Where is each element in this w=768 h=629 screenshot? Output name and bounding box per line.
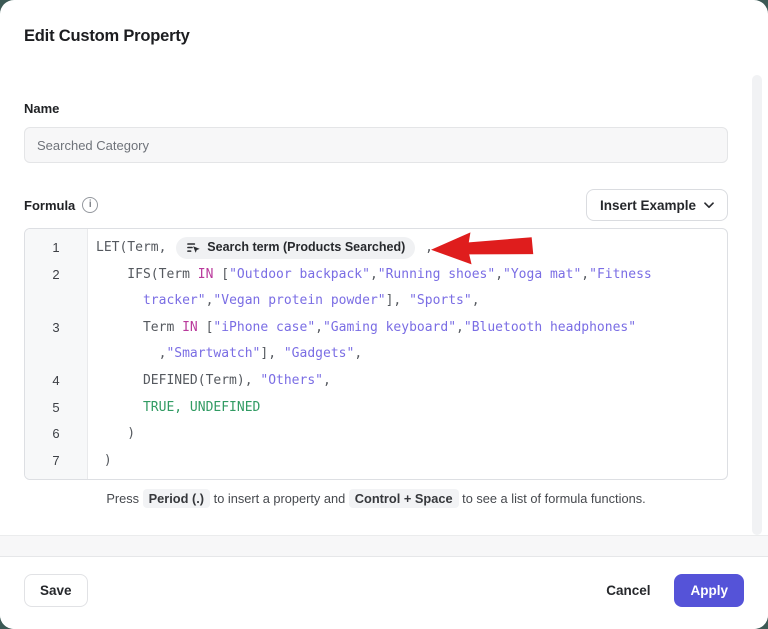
code-row: TRUE, UNDEFINED	[96, 395, 727, 422]
code-row: )	[96, 421, 727, 448]
code-row: DEFINED(Term), "Others",	[96, 368, 727, 395]
line-number: 7	[25, 448, 87, 475]
formula-code[interactable]: LET(Term, Search term (Products Searched…	[88, 229, 727, 479]
keyboard-shortcut: Period (.)	[143, 489, 210, 508]
line-number: 2	[25, 262, 87, 289]
cancel-button[interactable]: Cancel	[604, 574, 652, 607]
modal-footer: Save Cancel Apply	[0, 556, 768, 629]
page-title: Edit Custom Property	[24, 27, 190, 46]
line-number: 3	[25, 315, 87, 342]
formula-editor[interactable]: 12 3 4567 LET(Term, Search term (Products …	[24, 228, 728, 480]
formula-header: Formula i Insert Example	[24, 188, 728, 222]
property-chip-label: Search term (Products Searched)	[207, 234, 405, 261]
line-number: 4	[25, 368, 87, 395]
save-button[interactable]: Save	[24, 574, 88, 607]
name-label: Name	[24, 101, 59, 116]
line-number: 5	[25, 395, 87, 422]
edit-custom-property-modal: Edit Custom Property Name Formula i Inse…	[0, 0, 768, 629]
name-input[interactable]	[24, 127, 728, 163]
line-number	[25, 341, 87, 368]
code-row: IFS(Term IN ["Outdoor backpack","Running…	[96, 262, 727, 289]
line-number-gutter: 12 3 4567	[25, 229, 88, 479]
footer-divider	[0, 535, 768, 556]
keyboard-shortcut: Control + Space	[349, 489, 459, 508]
code-row: LET(Term, Search term (Products Searched…	[96, 235, 727, 262]
line-number: 6	[25, 421, 87, 448]
event-property-icon	[186, 240, 201, 255]
apply-button[interactable]: Apply	[674, 574, 744, 607]
chevron-down-icon	[704, 202, 714, 209]
insert-example-button[interactable]: Insert Example	[586, 189, 728, 221]
line-number	[25, 288, 87, 315]
formula-label: Formula	[24, 198, 75, 213]
scrollbar[interactable]	[752, 75, 762, 535]
code-row: Term IN ["iPhone case","Gaming keyboard"…	[96, 315, 727, 342]
line-number: 1	[25, 235, 87, 262]
info-circle-icon[interactable]: i	[82, 197, 98, 213]
editor-hint: Press Period (.) to insert a property an…	[24, 491, 728, 506]
code-row: )	[96, 448, 727, 475]
property-chip[interactable]: Search term (Products Searched)	[176, 237, 415, 259]
insert-example-label: Insert Example	[600, 198, 696, 213]
code-row: tracker","Vegan protein powder"], "Sport…	[96, 288, 727, 315]
code-row: ,"Smartwatch"], "Gadgets",	[96, 341, 727, 368]
